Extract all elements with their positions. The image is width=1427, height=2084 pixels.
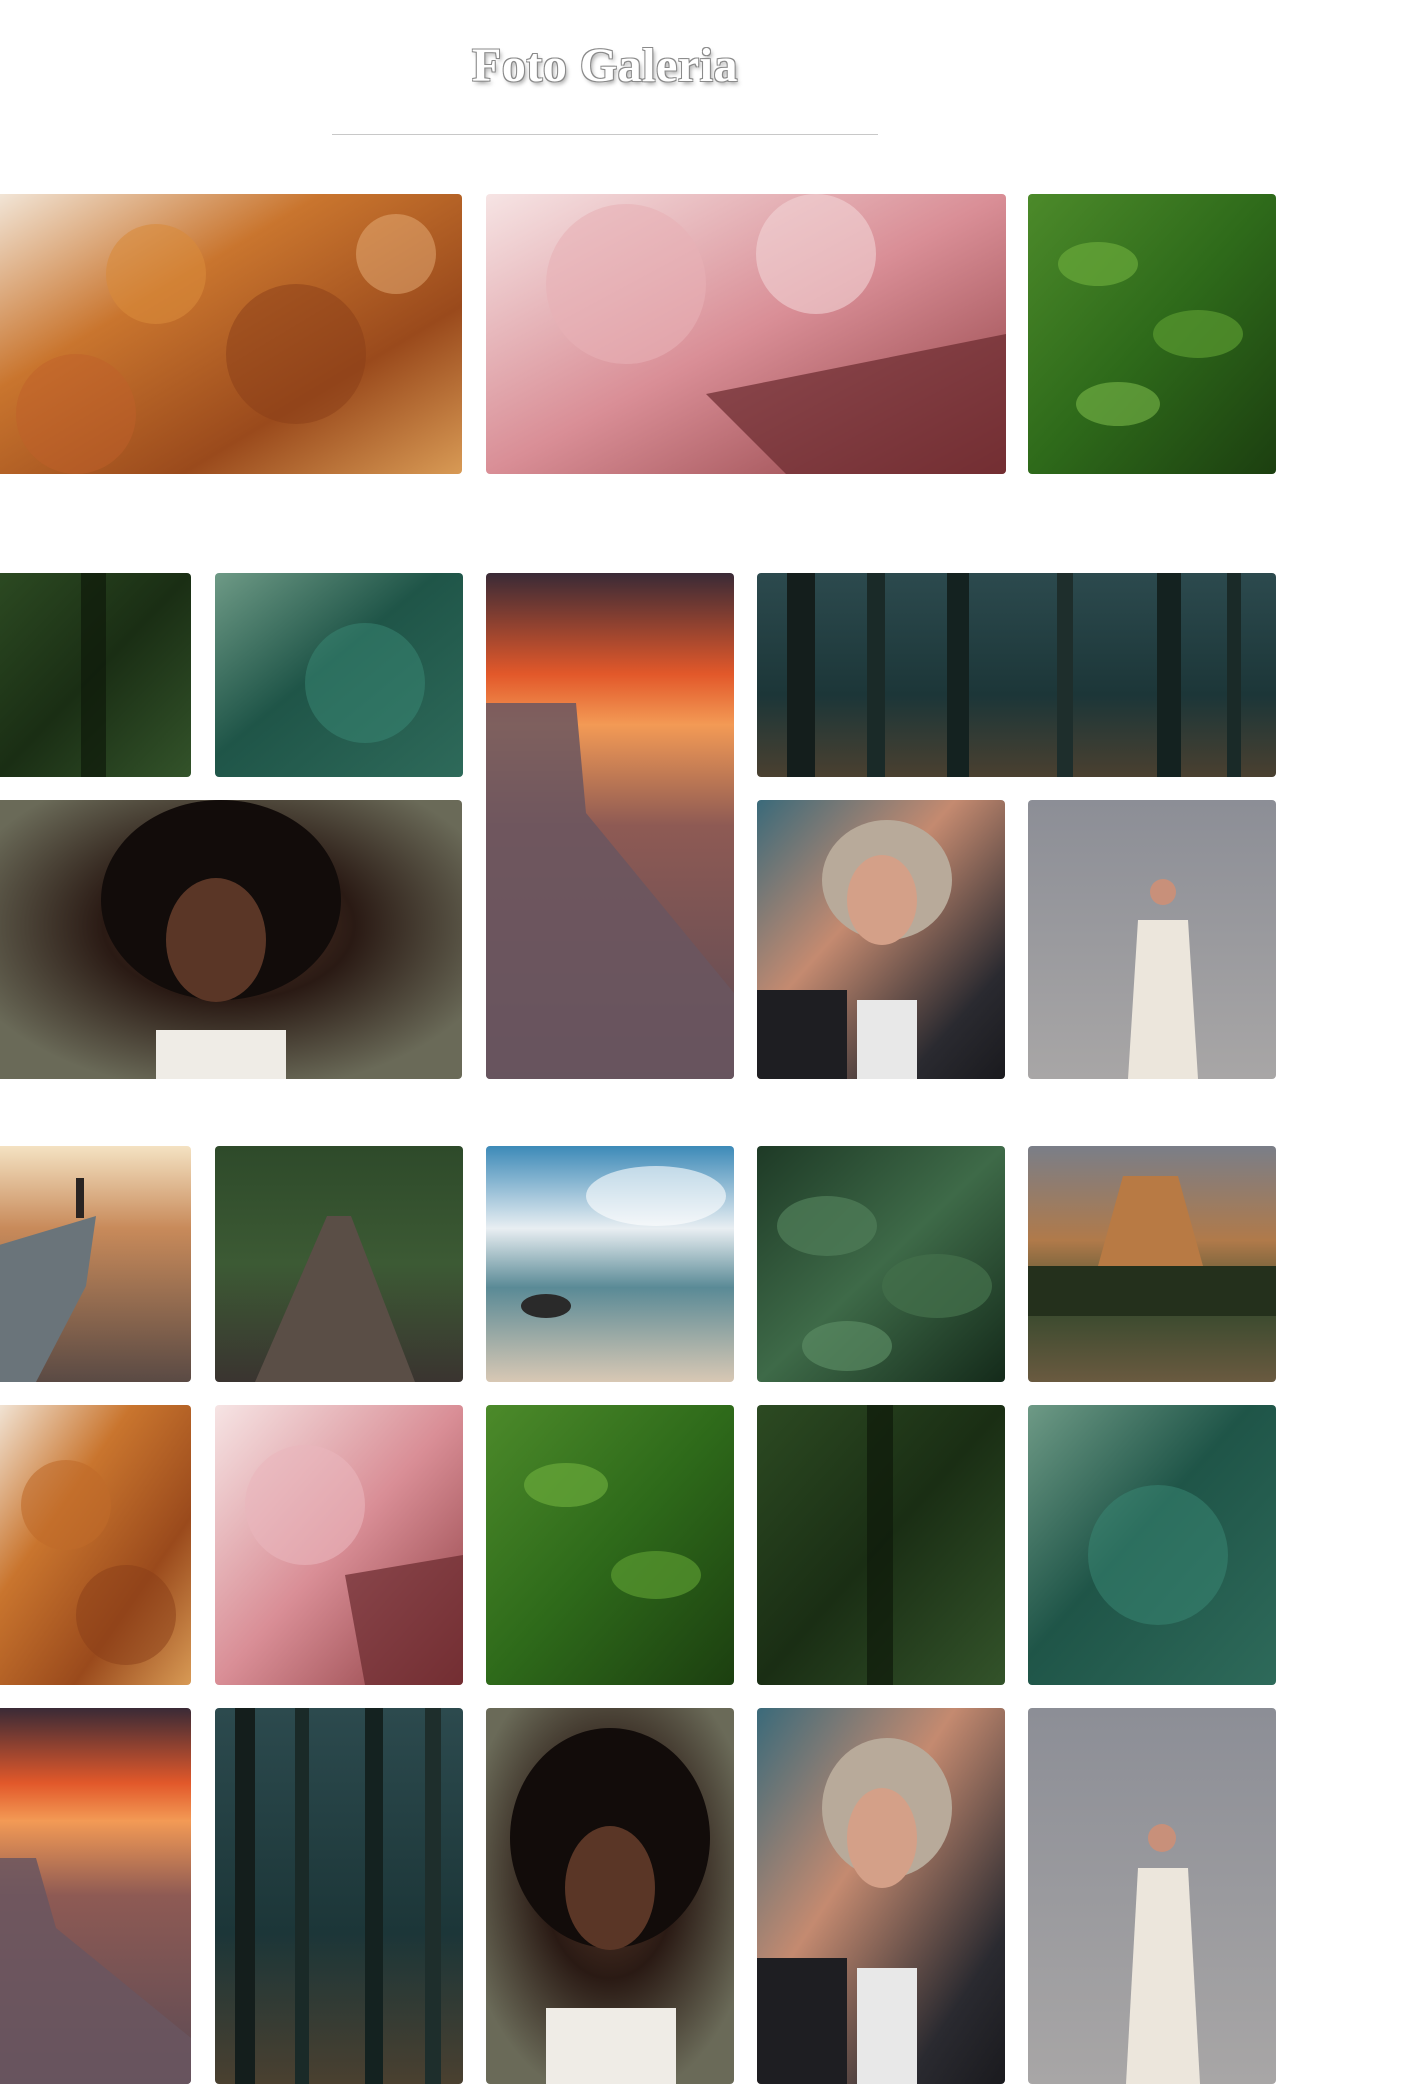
- photo-tropical-beach[interactable]: [486, 1146, 734, 1382]
- photo-portrait-curly-hair[interactable]: [486, 1708, 734, 2084]
- photo-autumn-leaves[interactable]: [0, 194, 462, 474]
- title-divider: [332, 134, 878, 135]
- photo-autumn-leaves[interactable]: [0, 1405, 191, 1685]
- photo-cherry-blossom-temple[interactable]: [486, 194, 1006, 474]
- photo-woman-white-dress[interactable]: [1028, 1708, 1276, 2084]
- photo-portrait-rollers-keyboard[interactable]: [757, 1708, 1005, 2084]
- page-title: Foto Galeria: [472, 39, 738, 92]
- photo-misty-forest[interactable]: [757, 573, 1276, 777]
- photo-teal-aerial-water[interactable]: [1028, 1405, 1276, 1685]
- photo-portrait-curly-hair[interactable]: [0, 800, 462, 1079]
- photo-forest-boardwalk[interactable]: [215, 1146, 463, 1382]
- photo-devils-tower[interactable]: [1028, 1146, 1276, 1382]
- photo-misty-forest[interactable]: [215, 1708, 463, 2084]
- gallery-header: Foto Galeria: [0, 0, 1210, 140]
- photo-woman-white-dress[interactable]: [1028, 800, 1276, 1079]
- photo-green-leaves[interactable]: [486, 1405, 734, 1685]
- photo-hiker-on-rock[interactable]: [0, 1146, 191, 1382]
- photo-portrait-rollers-keyboard[interactable]: [757, 800, 1005, 1079]
- photo-wet-leaves[interactable]: [757, 1146, 1005, 1382]
- photo-hedge-bush[interactable]: [757, 1405, 1005, 1685]
- photo-green-leaves[interactable]: [1028, 194, 1276, 474]
- photo-teal-aerial-water[interactable]: [215, 573, 463, 777]
- photo-sunset-cliff-sea[interactable]: [486, 573, 734, 1079]
- photo-sunset-cliff-sea[interactable]: [0, 1708, 191, 2084]
- photo-hedge-bush[interactable]: [0, 573, 191, 777]
- photo-cherry-blossom-temple[interactable]: [215, 1405, 463, 1685]
